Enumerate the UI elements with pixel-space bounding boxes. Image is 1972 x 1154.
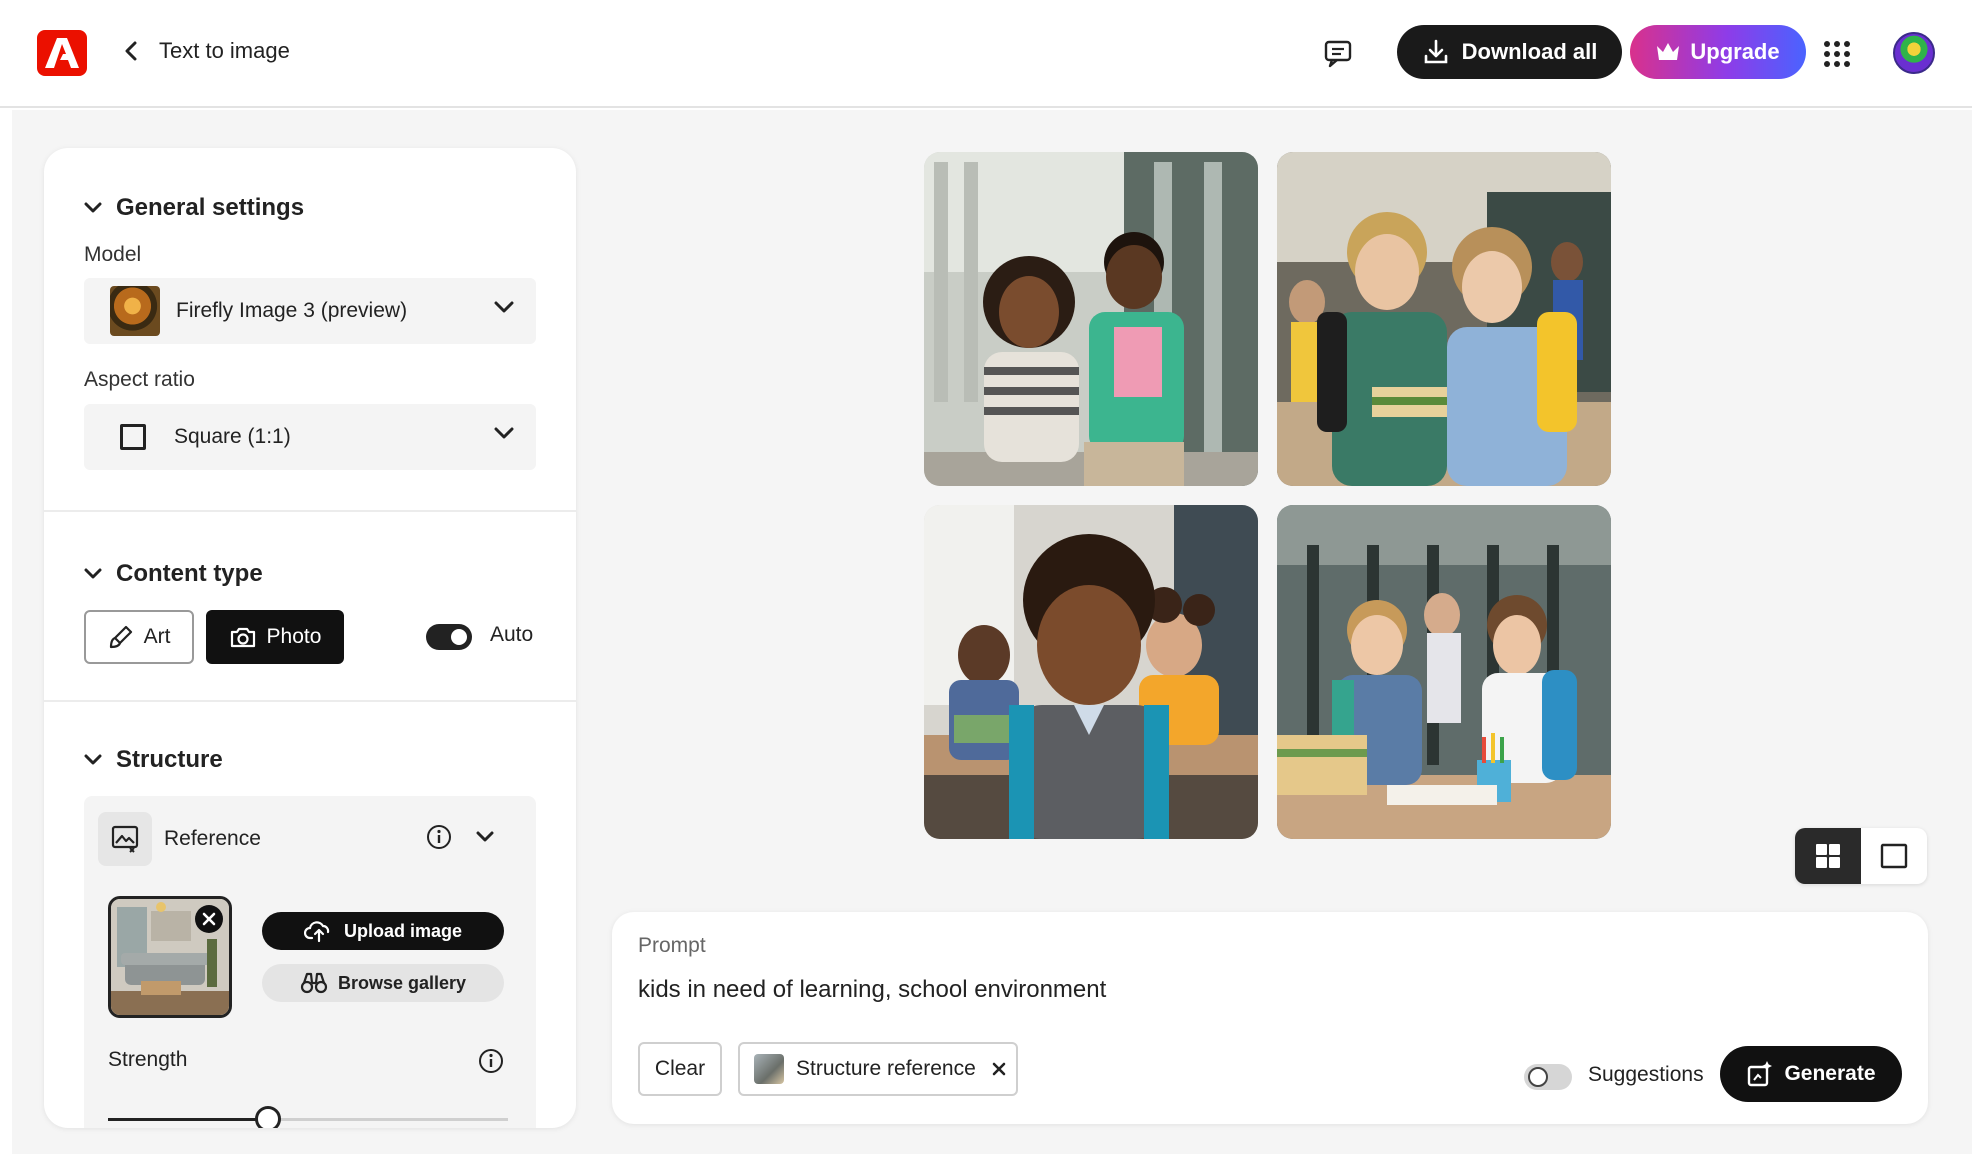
prompt-label: Prompt [638, 934, 706, 957]
auto-label: Auto [490, 623, 534, 646]
view-mode-toggle [1795, 828, 1927, 884]
suggestions-toggle[interactable] [1524, 1064, 1572, 1090]
reference-label: Reference [164, 827, 261, 850]
reference-image-icon [98, 812, 152, 866]
info-icon[interactable] [426, 824, 452, 855]
art-button[interactable]: Art [84, 610, 194, 664]
content-type-title: Content type [116, 560, 263, 587]
aspect-ratio-label: Aspect ratio [84, 368, 195, 391]
chevron-down-icon[interactable] [476, 830, 494, 848]
remove-reference-icon[interactable] [195, 905, 223, 933]
user-avatar[interactable] [1893, 32, 1935, 74]
upgrade-button[interactable]: Upgrade [1630, 25, 1806, 79]
apps-grid-icon[interactable] [1817, 34, 1857, 74]
download-all-label: Download all [1461, 39, 1598, 64]
strength-slider-handle[interactable] [255, 1106, 281, 1128]
suggestions-label: Suggestions [1588, 1063, 1704, 1086]
aspect-ratio-value: Square (1:1) [174, 425, 291, 448]
section-divider [44, 700, 576, 702]
strength-label: Strength [108, 1048, 188, 1071]
aspect-ratio-select[interactable]: Square (1:1) [84, 404, 536, 470]
chevron-down-icon [494, 427, 514, 439]
page-title: Text to image [159, 38, 290, 63]
close-icon[interactable] [992, 1062, 1006, 1076]
brush-icon [109, 625, 132, 649]
structure-reference-chip-label: Structure reference [796, 1057, 976, 1080]
generate-sparkle-icon [1748, 1061, 1773, 1087]
binoculars-icon [300, 972, 328, 994]
strength-slider[interactable] [108, 1106, 508, 1128]
download-all-button[interactable]: Download all [1397, 25, 1622, 79]
strength-slider-fill [108, 1118, 268, 1121]
art-label: Art [143, 625, 171, 648]
generate-button[interactable]: Generate [1720, 1046, 1902, 1102]
upgrade-label: Upgrade [1690, 39, 1780, 64]
adobe-logo[interactable] [37, 30, 87, 76]
reference-thumbnail[interactable] [108, 896, 232, 1018]
clear-label: Clear [654, 1057, 706, 1080]
photo-button[interactable]: Photo [206, 610, 344, 664]
browse-gallery-label: Browse gallery [337, 972, 467, 993]
prompt-panel: Prompt kids in need of learning, school … [612, 912, 1928, 1124]
chevron-down-icon [84, 202, 102, 213]
model-select[interactable]: Firefly Image 3 (preview) [84, 278, 536, 344]
general-settings-title: General settings [116, 194, 305, 221]
generated-image-4[interactable] [1277, 505, 1611, 839]
section-divider [44, 510, 576, 512]
generate-label: Generate [1784, 1062, 1876, 1085]
structure-reference-chip[interactable]: Structure reference [738, 1042, 1018, 1096]
model-label: Model [84, 243, 142, 266]
download-icon [1424, 39, 1447, 64]
settings-panel: General settings Model Firefly Image 3 (… [44, 148, 576, 1128]
generated-image-1[interactable] [924, 152, 1258, 486]
structure-reference-box: Reference Upload image Browse gallery St… [84, 796, 536, 1128]
model-thumbnail [110, 286, 160, 336]
upload-image-label: Upload image [343, 920, 463, 941]
generated-image-3[interactable] [924, 505, 1258, 839]
feedback-icon[interactable] [1318, 34, 1358, 74]
square-icon [120, 424, 146, 450]
chevron-down-icon [84, 754, 102, 765]
info-icon[interactable] [478, 1048, 504, 1079]
model-value: Firefly Image 3 (preview) [176, 299, 408, 322]
generated-image-2[interactable] [1277, 152, 1611, 486]
photo-label: Photo [266, 625, 322, 648]
auto-toggle[interactable] [426, 624, 472, 650]
structure-reference-thumbnail [754, 1054, 784, 1084]
clear-button[interactable]: Clear [638, 1042, 722, 1096]
prompt-input[interactable]: kids in need of learning, school environ… [638, 976, 1106, 1004]
content-type-header[interactable]: Content type [84, 560, 263, 588]
chevron-down-icon [84, 568, 102, 579]
top-bar: Text to image Download all Upgrade [0, 0, 1972, 108]
structure-header[interactable]: Structure [84, 746, 223, 774]
upload-image-button[interactable]: Upload image [262, 912, 504, 950]
chevron-down-icon [494, 301, 514, 313]
grid-view-icon[interactable] [1795, 828, 1861, 884]
structure-title: Structure [116, 746, 223, 773]
crown-icon [1657, 43, 1680, 60]
back-icon[interactable] [116, 36, 146, 66]
single-view-icon[interactable] [1861, 828, 1927, 884]
cloud-upload-icon [303, 921, 330, 943]
camera-icon [230, 627, 255, 648]
browse-gallery-button[interactable]: Browse gallery [262, 964, 504, 1002]
general-settings-header[interactable]: General settings [84, 194, 304, 222]
